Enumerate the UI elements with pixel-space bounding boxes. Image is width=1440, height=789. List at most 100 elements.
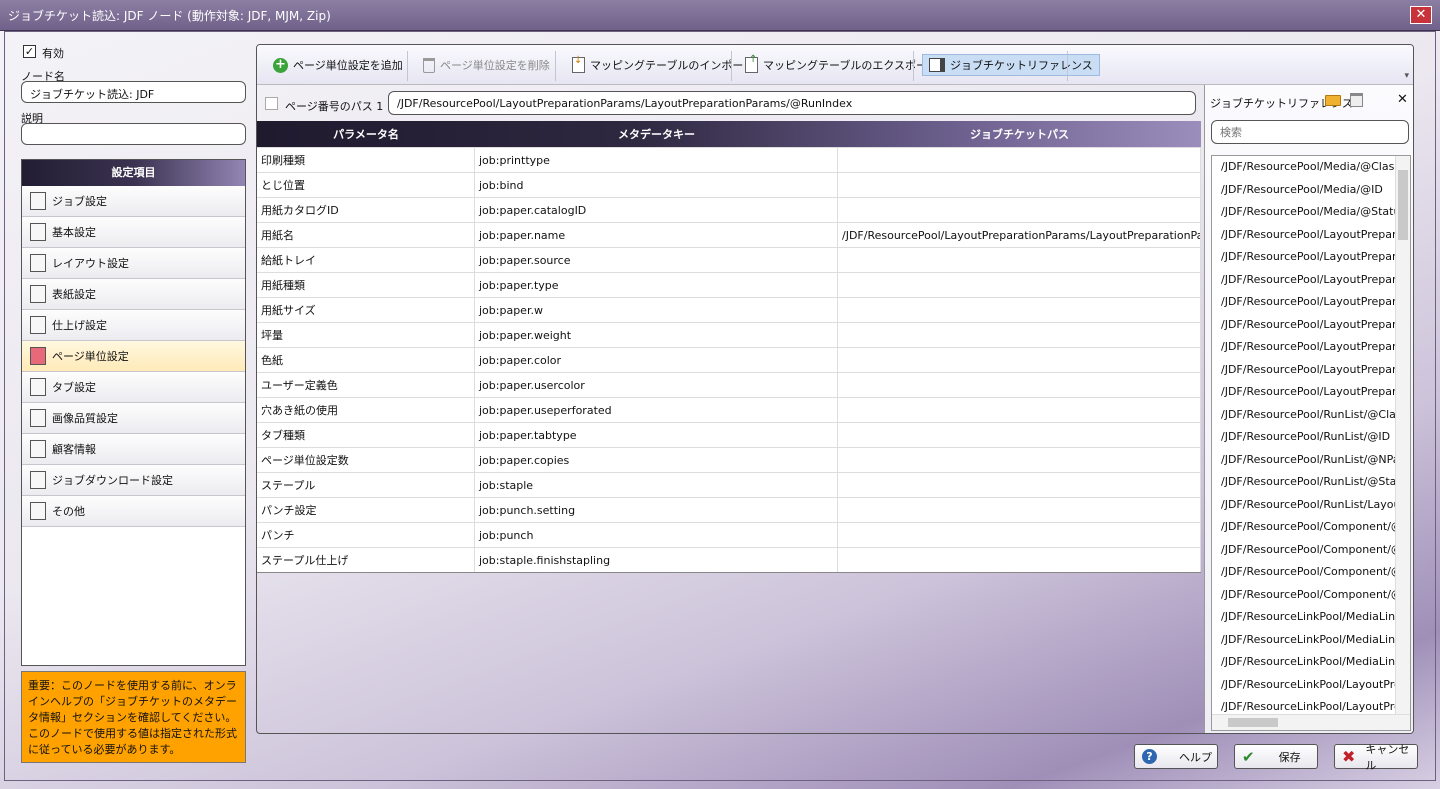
param-name-cell[interactable]: ユーザー定義色 xyxy=(257,373,475,397)
node-name-field[interactable]: ジョブチケット読込: JDF xyxy=(21,81,246,103)
settings-item[interactable]: 画像品質設定 xyxy=(22,403,245,434)
param-name-cell[interactable]: 色紙 xyxy=(257,348,475,372)
ticket-path-cell[interactable] xyxy=(838,323,1201,347)
metadata-key-cell[interactable]: job:bind xyxy=(475,173,838,197)
reference-list-item[interactable]: /JDF/ResourcePool/Component/@ xyxy=(1212,539,1396,562)
param-name-cell[interactable]: 用紙種類 xyxy=(257,273,475,297)
enabled-checkbox[interactable]: ✓ xyxy=(23,45,36,58)
job-ticket-reference-button[interactable]: ジョブチケットリファレンス xyxy=(922,54,1100,76)
cancel-button[interactable]: ✖ キャンセル xyxy=(1334,743,1418,772)
ticket-path-cell[interactable] xyxy=(838,448,1201,472)
table-row[interactable]: ページ単位設定数 job:paper.copies xyxy=(257,447,1201,472)
table-row[interactable]: タブ種類 job:paper.tabtype xyxy=(257,422,1201,447)
metadata-key-cell[interactable]: job:punch xyxy=(475,523,838,547)
table-row[interactable]: パンチ設定 job:punch.setting xyxy=(257,497,1201,522)
delete-page-setting-button[interactable]: ページ単位設定を削除 xyxy=(417,54,556,76)
table-row[interactable]: ユーザー定義色 job:paper.usercolor xyxy=(257,372,1201,397)
vertical-scrollbar[interactable] xyxy=(1395,156,1410,716)
toolbar-overflow-icon[interactable]: ▾ xyxy=(1404,71,1409,81)
reference-list-item[interactable]: /JDF/ResourcePool/LayoutPrepara xyxy=(1212,246,1396,269)
param-name-cell[interactable]: 用紙サイズ xyxy=(257,298,475,322)
settings-item[interactable]: ジョブダウンロード設定 xyxy=(22,465,245,496)
ticket-path-cell[interactable] xyxy=(838,423,1201,447)
settings-item[interactable]: ページ単位設定 xyxy=(22,341,245,372)
ticket-path-cell[interactable]: /JDF/ResourcePool/LayoutPreparationParam… xyxy=(838,223,1201,247)
reference-list-item[interactable]: /JDF/ResourceLinkPool/MediaLink xyxy=(1212,629,1396,652)
ticket-path-cell[interactable] xyxy=(838,498,1201,522)
settings-item[interactable]: その他 xyxy=(22,496,245,527)
metadata-key-cell[interactable]: job:paper.name xyxy=(475,223,838,247)
table-row[interactable]: 用紙カタログID job:paper.catalogID xyxy=(257,197,1201,222)
add-page-setting-button[interactable]: + ページ単位設定を追加 xyxy=(267,54,409,76)
ticket-path-cell[interactable] xyxy=(838,298,1201,322)
reference-list-item[interactable]: /JDF/ResourcePool/Media/@ID xyxy=(1212,179,1396,202)
table-row[interactable]: 坪量 job:paper.weight xyxy=(257,322,1201,347)
close-window-button[interactable]: ✕ xyxy=(1410,6,1432,24)
metadata-key-cell[interactable]: job:paper.tabtype xyxy=(475,423,838,447)
reference-list-item[interactable]: /JDF/ResourceLinkPool/MediaLink xyxy=(1212,651,1396,674)
column-header-metadata-key[interactable]: メタデータキー xyxy=(475,121,838,147)
metadata-key-cell[interactable]: job:paper.source xyxy=(475,248,838,272)
ticket-path-cell[interactable] xyxy=(838,148,1201,172)
metadata-key-cell[interactable]: job:printtype xyxy=(475,148,838,172)
param-name-cell[interactable]: 印刷種類 xyxy=(257,148,475,172)
table-row[interactable]: 用紙名 job:paper.name/JDF/ResourcePool/Layou… xyxy=(257,222,1201,247)
table-row[interactable]: パンチ job:punch xyxy=(257,522,1201,547)
ticket-path-cell[interactable] xyxy=(838,473,1201,497)
ticket-path-cell[interactable] xyxy=(838,273,1201,297)
ticket-path-cell[interactable] xyxy=(838,173,1201,197)
ticket-path-cell[interactable] xyxy=(838,548,1201,572)
reference-list-item[interactable]: /JDF/ResourcePool/RunList/@Stat xyxy=(1212,471,1396,494)
settings-item[interactable]: 表紙設定 xyxy=(22,279,245,310)
reference-search-input[interactable] xyxy=(1211,120,1409,144)
reference-list-item[interactable]: /JDF/ResourceLinkPool/LayoutPre xyxy=(1212,674,1396,697)
param-name-cell[interactable]: 坪量 xyxy=(257,323,475,347)
reference-list-item[interactable]: /JDF/ResourcePool/RunList/Layou xyxy=(1212,494,1396,517)
table-row[interactable]: 色紙 job:paper.color xyxy=(257,347,1201,372)
reference-list-item[interactable]: /JDF/ResourcePool/Component/@ xyxy=(1212,584,1396,607)
clear-icon[interactable] xyxy=(1350,93,1363,107)
metadata-key-cell[interactable]: job:paper.usercolor xyxy=(475,373,838,397)
param-name-cell[interactable]: ステープル仕上げ xyxy=(257,548,475,572)
param-name-cell[interactable]: とじ位置 xyxy=(257,173,475,197)
table-row[interactable]: 給紙トレイ job:paper.source xyxy=(257,247,1201,272)
reference-list-item[interactable]: /JDF/ResourcePool/LayoutPrepara xyxy=(1212,314,1396,337)
help-button[interactable]: ? ヘルプ xyxy=(1134,744,1218,769)
folder-icon[interactable] xyxy=(1325,95,1341,106)
param-name-cell[interactable]: 用紙名 xyxy=(257,223,475,247)
page-path-checkbox[interactable] xyxy=(265,97,278,110)
ticket-path-cell[interactable] xyxy=(838,198,1201,222)
reference-list-item[interactable]: /JDF/ResourcePool/RunList/@Class xyxy=(1212,404,1396,427)
settings-item[interactable]: タブ設定 xyxy=(22,372,245,403)
metadata-key-cell[interactable]: job:staple xyxy=(475,473,838,497)
reference-list-item[interactable]: /JDF/ResourcePool/LayoutPrepara xyxy=(1212,336,1396,359)
metadata-key-cell[interactable]: job:paper.color xyxy=(475,348,838,372)
reference-list-item[interactable]: /JDF/ResourcePool/Media/@Class xyxy=(1212,156,1396,179)
table-row[interactable]: 用紙サイズ job:paper.w xyxy=(257,297,1201,322)
metadata-key-cell[interactable]: job:paper.w xyxy=(475,298,838,322)
reference-list-item[interactable]: /JDF/ResourcePool/LayoutPrepara xyxy=(1212,291,1396,314)
settings-item[interactable]: 顧客情報 xyxy=(22,434,245,465)
column-header-ticket-path[interactable]: ジョブチケットパス xyxy=(838,121,1201,147)
metadata-key-cell[interactable]: job:paper.weight xyxy=(475,323,838,347)
metadata-key-cell[interactable]: job:paper.catalogID xyxy=(475,198,838,222)
description-field[interactable] xyxy=(21,123,246,145)
ticket-path-cell[interactable] xyxy=(838,348,1201,372)
reference-list-item[interactable]: /JDF/ResourcePool/Media/@Status xyxy=(1212,201,1396,224)
close-reference-button[interactable]: ✕ xyxy=(1397,92,1408,107)
column-header-param[interactable]: パラメータ名 xyxy=(257,121,475,147)
param-name-cell[interactable]: タブ種類 xyxy=(257,423,475,447)
param-name-cell[interactable]: 用紙カタログID xyxy=(257,198,475,222)
table-row[interactable]: とじ位置 job:bind xyxy=(257,172,1201,197)
reference-list-item[interactable]: /JDF/ResourcePool/Component/@ xyxy=(1212,516,1396,539)
param-name-cell[interactable]: 穴あき紙の使用 xyxy=(257,398,475,422)
ticket-path-cell[interactable] xyxy=(838,523,1201,547)
table-row[interactable]: 穴あき紙の使用 job:paper.useperforated xyxy=(257,397,1201,422)
reference-list-item[interactable]: /JDF/ResourcePool/RunList/@ID xyxy=(1212,426,1396,449)
param-name-cell[interactable]: 給紙トレイ xyxy=(257,248,475,272)
reference-list-item[interactable]: /JDF/ResourcePool/LayoutPrepara xyxy=(1212,359,1396,382)
reference-list-item[interactable]: /JDF/ResourcePool/LayoutPrepara xyxy=(1212,224,1396,247)
ticket-path-cell[interactable] xyxy=(838,248,1201,272)
param-name-cell[interactable]: ページ単位設定数 xyxy=(257,448,475,472)
param-name-cell[interactable]: ステープル xyxy=(257,473,475,497)
